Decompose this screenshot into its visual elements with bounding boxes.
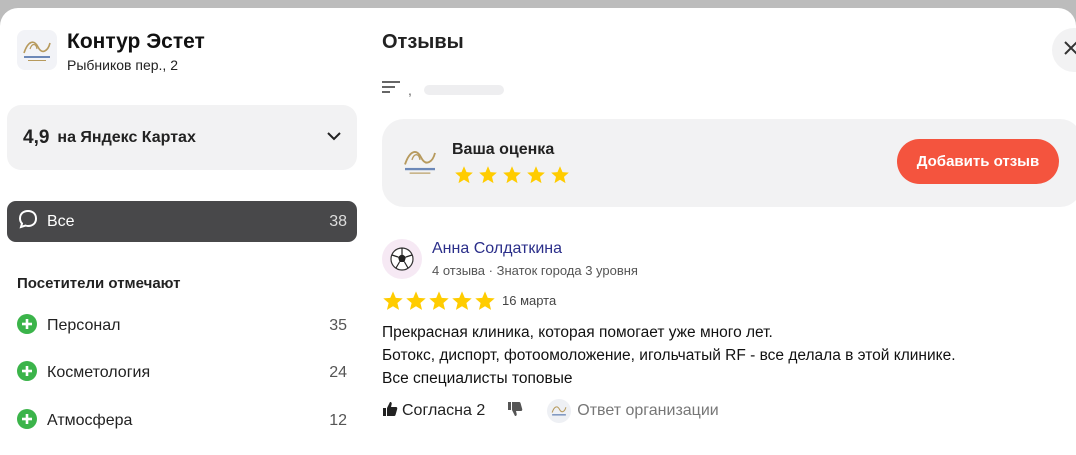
filter-all[interactable]: Все 38 <box>7 201 357 242</box>
sort-separator: , <box>408 81 412 98</box>
aspect-item-cosmetology[interactable]: Косметология 24 <box>17 360 347 386</box>
thumb-down-icon <box>507 401 523 422</box>
thumb-up-icon <box>382 401 398 422</box>
sort-control[interactable]: , <box>382 80 504 99</box>
star-icon <box>428 290 450 312</box>
star-icon <box>405 290 427 312</box>
visitors-title: Посетители отмечают <box>17 275 181 292</box>
review-text-line: Все специалисты топовые <box>382 370 573 387</box>
star-icon[interactable] <box>550 165 570 185</box>
org-address[interactable]: Рыбников пер., 2 <box>67 57 205 73</box>
aspect-item-staff[interactable]: Персонал 35 <box>17 313 347 339</box>
star-icon[interactable] <box>526 165 546 185</box>
sort-value-blurred <box>423 84 504 95</box>
aspect-count: 12 <box>329 412 347 429</box>
close-button[interactable] <box>1052 28 1076 72</box>
org-name[interactable]: Контур Эстет <box>67 30 205 54</box>
review-actions: Согласна 2 Ответ организации <box>382 399 719 423</box>
filter-all-label: Все <box>47 212 75 230</box>
org-logo <box>547 399 572 423</box>
dislike-button[interactable] <box>507 401 523 422</box>
my-rating-card: Ваша оценка Добавить отзыв <box>382 119 1076 207</box>
sort-icon <box>382 80 402 99</box>
rating-value: 4,9 <box>23 126 50 148</box>
star-icon[interactable] <box>454 165 474 185</box>
review-author-meta: 4 отзыва · Знаток города 3 уровня <box>432 263 638 278</box>
agree-button[interactable]: Согласна 2 <box>382 401 485 422</box>
review-stars <box>382 290 496 312</box>
my-rating-stars[interactable] <box>454 165 570 185</box>
aspect-label: Атмосфера <box>47 412 133 429</box>
plus-circle-icon <box>17 360 37 386</box>
chevron-down-icon[interactable] <box>325 127 343 150</box>
aspect-label: Косметология <box>47 364 151 381</box>
review-text: Прекрасная клиника, которая помогает уже… <box>382 321 956 390</box>
star-icon[interactable] <box>478 165 498 185</box>
org-header: Контур Эстет Рыбников пер., 2 <box>17 30 205 73</box>
close-icon <box>1064 40 1076 60</box>
reviews-title: Отзывы <box>382 31 464 53</box>
star-icon[interactable] <box>502 165 522 185</box>
review-author[interactable]: Анна Солдаткина <box>432 240 562 258</box>
agree-label: Согласна 2 <box>402 402 486 419</box>
avatar[interactable] <box>382 239 422 279</box>
plus-circle-icon <box>17 313 37 339</box>
aspect-label: Персонал <box>47 317 121 334</box>
aspect-count: 24 <box>329 364 347 381</box>
my-rating-label: Ваша оценка <box>452 141 555 158</box>
star-icon <box>474 290 496 312</box>
aspect-count: 35 <box>329 317 347 334</box>
org-reviews-panel: Контур Эстет Рыбников пер., 2 4,9 на Янд… <box>0 8 1076 455</box>
rating-card[interactable]: 4,9 на Яндекс Картах <box>7 105 357 170</box>
rating-source: на Яндекс Картах <box>57 128 196 146</box>
plus-circle-icon <box>17 408 37 434</box>
aspect-item-atmosphere[interactable]: Атмосфера 12 <box>17 408 347 434</box>
review-text-line: Ботокс, диспорт, фотоомоложение, игольча… <box>382 347 956 364</box>
org-answer-button[interactable]: Ответ организации <box>547 399 719 423</box>
org-logo <box>400 146 440 181</box>
add-review-button[interactable]: Добавить отзыв <box>897 139 1059 184</box>
star-icon <box>451 290 473 312</box>
review-date: 16 марта <box>502 293 557 308</box>
org-logo <box>17 30 57 70</box>
chat-bubble-icon <box>17 208 39 235</box>
org-answer-label: Ответ организации <box>577 402 719 419</box>
review-text-line: Прекрасная клиника, которая помогает уже… <box>382 324 773 341</box>
filter-all-count: 38 <box>329 212 347 230</box>
soccer-ball-icon <box>390 247 414 271</box>
star-icon <box>382 290 404 312</box>
